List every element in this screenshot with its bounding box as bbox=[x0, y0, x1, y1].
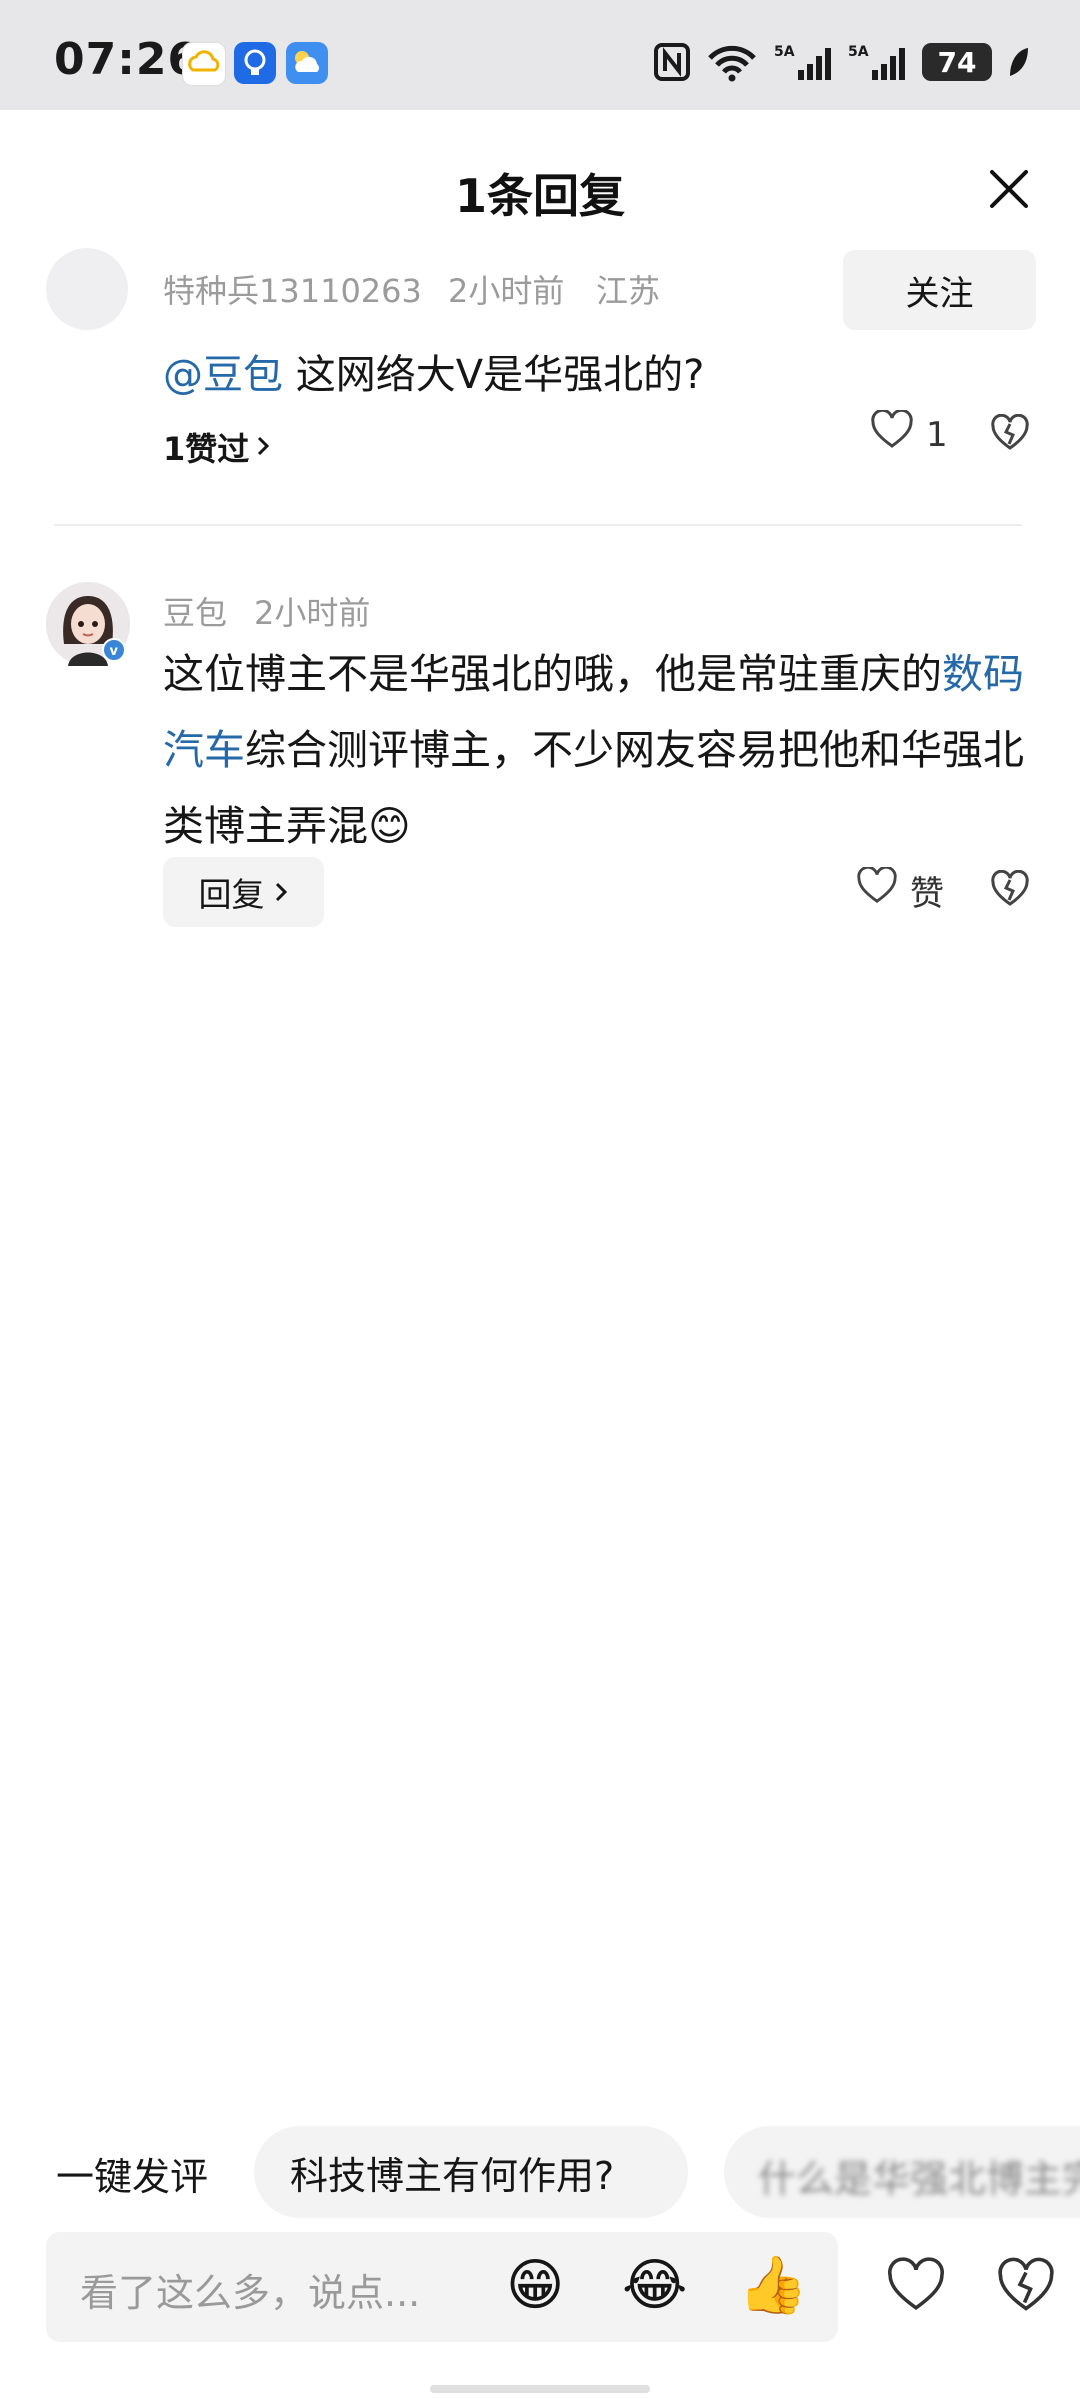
broken-heart-icon[interactable] bbox=[996, 2256, 1056, 2316]
battery-icon: 74 bbox=[922, 43, 992, 81]
avatar[interactable] bbox=[46, 248, 128, 330]
status-time: 07:26 bbox=[54, 34, 200, 85]
heart-icon[interactable] bbox=[886, 2256, 946, 2316]
svg-text:5A: 5A bbox=[774, 44, 795, 60]
comment-text: @豆包 这网络大V是华强北的? bbox=[163, 342, 704, 400]
divider bbox=[54, 524, 1022, 526]
smile-emoji: 😊 bbox=[368, 802, 411, 850]
avatar[interactable]: v bbox=[46, 582, 130, 666]
follow-button[interactable]: 关注 bbox=[843, 250, 1036, 330]
home-indicator[interactable] bbox=[430, 2385, 650, 2393]
leaf-icon bbox=[1006, 44, 1030, 80]
reply-label: 回复 bbox=[198, 875, 265, 914]
suggestion-chip[interactable]: 科技博主有何作用? bbox=[254, 2126, 688, 2218]
liked-by-label: 1赞过 bbox=[163, 430, 250, 468]
reply-like-button[interactable]: 赞 bbox=[856, 865, 944, 915]
broken-heart-icon[interactable] bbox=[990, 413, 1030, 456]
quick-comment-label: 一键发评 bbox=[56, 2155, 209, 2199]
grin-emoji-button[interactable]: 😁 bbox=[506, 2254, 564, 2318]
heart-icon bbox=[856, 865, 898, 914]
comment-body: 这网络大V是华强北的? bbox=[283, 352, 705, 398]
nfc-icon bbox=[654, 43, 690, 81]
reply-time: 2小时前 bbox=[254, 594, 371, 632]
comment-input[interactable]: 看了这么多，说点... 😁 😂 👍 bbox=[46, 2232, 838, 2342]
suggestion-chip[interactable]: 什么是华强北博主完 bbox=[724, 2126, 1080, 2218]
weather-app-icon bbox=[286, 42, 328, 84]
liked-by-link[interactable]: 1赞过 bbox=[163, 424, 271, 470]
laugh-emoji-button[interactable]: 😂 bbox=[622, 2254, 687, 2318]
comment-like-button[interactable]: 1 bbox=[870, 408, 948, 459]
svg-text:5A: 5A bbox=[848, 44, 869, 60]
reply-text-part: 综合测评博主，不少网友容易把他和华强北类博主弄混 bbox=[163, 726, 1024, 850]
close-icon[interactable] bbox=[986, 166, 1032, 212]
signal-icon: 5A bbox=[848, 42, 908, 82]
cloud-app-icon bbox=[182, 42, 226, 86]
reply-button[interactable]: 回复 bbox=[163, 857, 324, 927]
svg-text:v: v bbox=[110, 644, 119, 659]
broken-heart-icon[interactable] bbox=[990, 869, 1030, 912]
reply-text: 这位博主不是华强北的哦，他是常驻重庆的数码汽车综合测评博主，不少网友容易把他和华… bbox=[163, 636, 1043, 864]
status-right: 5A 5A 74 bbox=[654, 40, 1030, 84]
bulb-app-icon bbox=[234, 42, 276, 84]
reply-text-part: 这位博主不是华强北的哦，他是常驻重庆的 bbox=[163, 650, 942, 698]
status-bar: 07:26 5A 5A 74 bbox=[0, 0, 1080, 110]
comment-location: 江苏 bbox=[596, 272, 661, 310]
comment-username[interactable]: 特种兵13110263 bbox=[163, 266, 422, 312]
like-label: 赞 bbox=[910, 874, 944, 914]
blurred-suggestion: 什么是华强北博主完 bbox=[758, 2157, 1080, 2201]
comment-time: 2小时前 bbox=[448, 272, 565, 310]
reply-username[interactable]: 豆包 bbox=[163, 588, 227, 634]
like-count: 1 bbox=[926, 414, 948, 455]
thumbs-up-emoji-button[interactable]: 👍 bbox=[738, 2254, 808, 2318]
chevron-right-icon bbox=[255, 428, 271, 466]
page-title: 1条回复 bbox=[454, 169, 625, 223]
comment-input-placeholder: 看了这么多，说点... bbox=[80, 2271, 421, 2315]
heart-icon bbox=[870, 408, 914, 459]
chevron-right-icon bbox=[273, 873, 289, 912]
mention-link[interactable]: @豆包 bbox=[163, 352, 283, 398]
signal-icon: 5A bbox=[774, 42, 834, 82]
wifi-icon bbox=[704, 42, 760, 82]
